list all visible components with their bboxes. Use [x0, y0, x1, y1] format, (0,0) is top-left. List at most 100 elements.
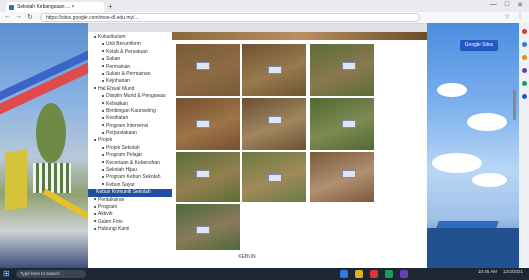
side-app-icon[interactable] — [521, 68, 527, 73]
nav-item[interactable]: Unit Beruniform — [88, 41, 172, 48]
nav-item[interactable]: Hal Ehwal Murid — [88, 86, 172, 93]
reload-icon[interactable]: ↻ — [27, 13, 33, 21]
bullet-icon — [94, 220, 96, 223]
gallery-photo[interactable] — [242, 152, 306, 202]
gallery-photo[interactable] — [176, 152, 240, 202]
bullet-icon — [102, 116, 104, 119]
taskbar-app-icon[interactable] — [385, 270, 393, 278]
nav-item-label: Kejohanan — [106, 78, 130, 85]
taskbar-search-input[interactable]: Type here to search — [16, 270, 86, 278]
nav-item[interactable]: Kokurikulum — [88, 34, 172, 41]
bullet-icon — [102, 65, 104, 68]
site-navigation: Kokurikulum Unit Beruniform Kelab & Persat… — [88, 32, 173, 270]
page-scrollbar[interactable] — [513, 90, 516, 120]
nav-item[interactable]: Bimbingan Kaunseling — [88, 108, 172, 115]
bookmark-star-icon[interactable]: ☆ — [505, 13, 510, 20]
bullet-icon — [102, 183, 104, 186]
side-app-icon[interactable] — [521, 42, 527, 47]
maximize-button[interactable]: □ — [505, 1, 509, 9]
gallery-photo[interactable] — [242, 98, 306, 150]
nav-item[interactable]: Kesihatan — [88, 115, 172, 122]
bullet-icon — [102, 50, 104, 53]
gallery-photo[interactable] — [310, 98, 374, 150]
side-app-icon[interactable] — [521, 29, 527, 34]
bullet-icon — [102, 94, 104, 97]
nav-item[interactable]: Perpustakaan — [88, 130, 172, 137]
nav-item-label: Disiplin Murid & Pengawas — [106, 93, 166, 100]
nav-item-label: Galeri Foto — [98, 218, 123, 225]
side-app-icon[interactable] — [521, 55, 527, 60]
clock-time[interactable]: 10:45 AM — [478, 269, 497, 274]
nav-item[interactable]: Pentaksiran — [88, 197, 172, 204]
nav-item[interactable]: Permainan — [88, 64, 172, 71]
system-tray: 10:45 AM 12/3/2021 — [478, 269, 523, 274]
back-icon[interactable]: ← — [4, 13, 11, 20]
bullet-icon — [94, 198, 96, 201]
gallery-photo[interactable] — [310, 152, 374, 202]
nav-item[interactable]: Projek Sekolah — [88, 145, 172, 152]
nav-item[interactable]: Sukan — [88, 56, 172, 63]
gallery-photo[interactable] — [176, 44, 240, 96]
bullet-icon — [102, 72, 104, 75]
taskbar-app-icon[interactable] — [355, 270, 363, 278]
plant-sign-icon — [342, 170, 356, 178]
nav-item-label: Kebun Sayur — [106, 181, 135, 188]
nav-item-label: Perpustakaan — [106, 130, 137, 137]
nav-item-label: Sekolah Hijau — [106, 167, 137, 174]
nav-item[interactable]: Program Kebun Sekolah — [88, 174, 172, 181]
left-banner-image — [0, 23, 98, 268]
bullet-icon — [102, 153, 104, 156]
gallery-photo[interactable] — [242, 44, 306, 96]
browser-side-panel — [519, 23, 529, 268]
gallery-photo[interactable] — [176, 98, 240, 150]
nav-item-label: Kesihatan — [106, 115, 129, 122]
nav-item[interactable]: Projek — [88, 137, 172, 144]
nav-item[interactable]: Kebun Sayur — [88, 182, 172, 189]
plant-sign-icon — [196, 62, 210, 70]
forward-icon[interactable]: → — [15, 13, 22, 20]
google-sites-button[interactable]: Google Sites — [460, 40, 498, 51]
nav-item[interactable]: Kejohanan — [88, 78, 172, 85]
nav-item[interactable]: Galeri Foto — [88, 219, 172, 226]
plant-sign-icon — [268, 174, 282, 182]
close-window-button[interactable]: ✕ — [517, 1, 523, 9]
clock-date[interactable]: 12/3/2021 — [503, 269, 523, 274]
plant-sign-icon — [342, 120, 356, 128]
nav-item-label: Program Intervensi — [106, 122, 149, 129]
nav-item[interactable]: Kelab & Persatuan — [88, 49, 172, 56]
minimize-button[interactable]: — — [490, 1, 497, 9]
taskbar-app-icon[interactable] — [400, 270, 408, 278]
taskbar-app-icon[interactable] — [370, 270, 378, 278]
plant-sign-icon — [268, 116, 282, 124]
nav-item-label: Pentaksiran — [98, 196, 125, 203]
windows-start-icon[interactable]: ⊞ — [3, 270, 11, 278]
nav-item-label: Projek Sekolah — [106, 144, 140, 151]
nav-item[interactable]: Disiplin Murid & Pengawas — [88, 93, 172, 100]
nav-item-label: Projek — [98, 137, 113, 144]
nav-item[interactable]: Sukan & Permainan — [88, 71, 172, 78]
nav-item[interactable]: Hubungi Kami — [88, 226, 172, 233]
nav-item[interactable]: Keceriaan & Kebersihan — [88, 160, 172, 167]
right-banner-image — [427, 23, 519, 268]
gallery-photo[interactable] — [176, 204, 240, 250]
gallery-photo[interactable] — [310, 44, 374, 96]
browser-menu-icon[interactable]: ⋮ — [517, 13, 523, 20]
side-app-icon[interactable] — [521, 94, 527, 99]
bullet-icon — [102, 176, 104, 179]
url-input[interactable]: https://sites.google.com/moe-dl.edu.my/.… — [40, 13, 420, 22]
nav-item[interactable]: Sekolah Hijau — [88, 167, 172, 174]
browser-tab[interactable]: Sekolah Kebangsaan ... × — [6, 2, 104, 12]
bullet-icon — [102, 80, 104, 83]
nav-item-label: Kokurikulum — [98, 34, 126, 40]
nav-item-label: Kelab & Persatuan — [106, 48, 148, 55]
side-app-icon[interactable] — [521, 81, 527, 86]
nav-item[interactable]: Program Pelajar — [88, 152, 172, 159]
taskbar-app-icon[interactable] — [340, 270, 348, 278]
nav-item[interactable]: Aktiviti — [88, 211, 172, 218]
nav-item[interactable]: Program Intervensi — [88, 123, 172, 130]
nav-item[interactable]: Kebun Komuniti Sekolah — [88, 189, 172, 197]
nav-item[interactable]: Kebajikan — [88, 101, 172, 108]
nav-item[interactable]: Program — [88, 204, 172, 211]
new-tab-button[interactable]: + — [108, 2, 113, 11]
gallery-caption: KEBUN — [238, 254, 256, 260]
